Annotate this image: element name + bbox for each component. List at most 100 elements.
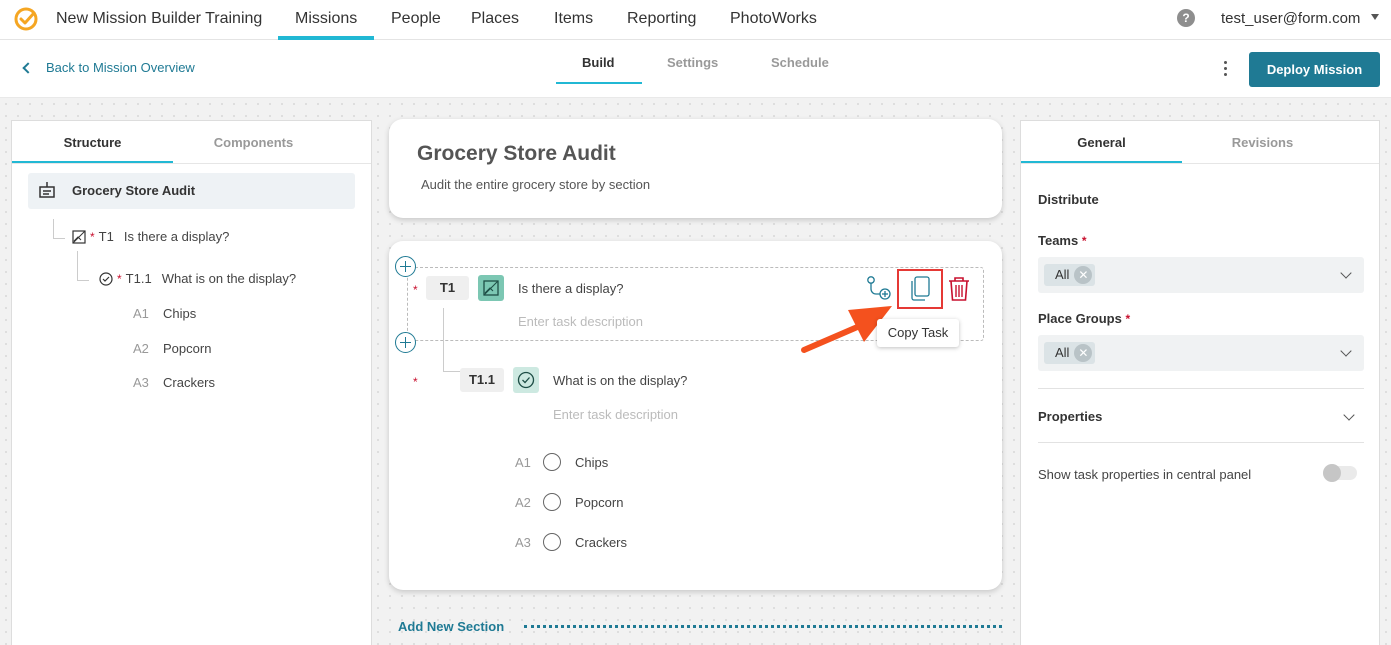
- tree-task-code: T1: [98, 229, 114, 244]
- tab-general[interactable]: General: [1021, 135, 1182, 150]
- nav-missions[interactable]: Missions: [295, 10, 357, 28]
- tree-item-option[interactable]: A3 Crackers: [133, 375, 215, 390]
- help-icon[interactable]: ?: [1177, 9, 1195, 27]
- nav-people[interactable]: People: [391, 10, 441, 28]
- mission-icon: [39, 182, 55, 198]
- tree-item-t1[interactable]: * T1 Is there a display?: [72, 229, 229, 244]
- tree-item-option[interactable]: A2 Popcorn: [133, 341, 211, 356]
- tree-item-mission[interactable]: Grocery Store Audit: [28, 173, 355, 209]
- nav-reporting[interactable]: Reporting: [627, 10, 696, 28]
- tab-settings[interactable]: Settings: [667, 55, 718, 70]
- task-code-badge: T1: [426, 276, 469, 300]
- check-task-icon[interactable]: [513, 367, 539, 393]
- add-new-section-button[interactable]: Add New Section: [398, 619, 504, 634]
- place-groups-chip-label: All: [1055, 345, 1070, 360]
- choice-label[interactable]: Popcorn: [575, 495, 623, 510]
- back-to-overview-link[interactable]: Back to Mission Overview: [20, 60, 195, 75]
- option-label: Popcorn: [163, 341, 212, 356]
- task-name-input[interactable]: Is there a display?: [518, 281, 624, 296]
- choice-code: A2: [515, 495, 531, 510]
- radio-icon[interactable]: [543, 493, 561, 511]
- required-marker: *: [117, 271, 122, 286]
- show-properties-toggle[interactable]: [1323, 464, 1357, 482]
- required-marker: *: [413, 283, 418, 297]
- option-label: Chips: [163, 306, 197, 321]
- required-marker: *: [90, 229, 95, 244]
- close-icon[interactable]: ✕: [1074, 344, 1093, 362]
- tree-task-label: Is there a display?: [123, 229, 230, 244]
- option-code: A1: [133, 306, 149, 321]
- teams-label-text: Teams: [1038, 233, 1079, 248]
- tree-connector: [77, 251, 89, 281]
- copy-task-tooltip: Copy Task: [877, 319, 959, 347]
- nav-items[interactable]: Items: [554, 10, 593, 28]
- required-marker: *: [1125, 312, 1131, 326]
- add-logic-icon[interactable]: [866, 275, 892, 301]
- tab-schedule[interactable]: Schedule: [771, 55, 829, 70]
- radio-icon[interactable]: [543, 533, 561, 551]
- back-link-label: Back to Mission Overview: [46, 60, 195, 75]
- mission-description[interactable]: Audit the entire grocery store by sectio…: [421, 177, 650, 192]
- mission-title[interactable]: Grocery Store Audit: [417, 142, 616, 166]
- form-logo-icon[interactable]: [14, 7, 38, 31]
- properties-panel: General Revisions Distribute Teams * All…: [1020, 120, 1380, 645]
- tree-item-t1-1[interactable]: * T1.1 What is on the display?: [99, 271, 296, 286]
- teams-chip: All ✕: [1044, 264, 1096, 286]
- tab-revisions[interactable]: Revisions: [1182, 135, 1343, 150]
- choice-label[interactable]: Chips: [575, 455, 608, 470]
- task-description-input[interactable]: Enter task description: [553, 407, 678, 422]
- tab-active-indicator: [556, 82, 642, 84]
- chevron-down-icon[interactable]: [1340, 267, 1352, 279]
- properties-heading[interactable]: Properties: [1038, 409, 1102, 424]
- delete-task-icon[interactable]: [947, 276, 971, 302]
- nav-photoworks[interactable]: PhotoWorks: [730, 10, 817, 28]
- option-label: Crackers: [163, 375, 216, 390]
- place-groups-select[interactable]: All ✕: [1038, 335, 1364, 371]
- show-properties-label: Show task properties in central panel: [1038, 467, 1252, 482]
- task-connector: [443, 308, 461, 372]
- distribute-heading: Distribute: [1038, 192, 1099, 207]
- image-task-icon[interactable]: [478, 275, 504, 301]
- user-menu[interactable]: test_user@form.com: [1221, 10, 1360, 27]
- tab-components[interactable]: Components: [173, 135, 334, 150]
- image-task-icon: [72, 229, 86, 244]
- section-divider: [1038, 442, 1364, 443]
- close-icon[interactable]: ✕: [1074, 266, 1093, 284]
- option-code: A2: [133, 341, 149, 356]
- copy-task-highlight: [897, 269, 943, 309]
- deploy-mission-button[interactable]: Deploy Mission: [1249, 52, 1380, 87]
- teams-label: Teams *: [1038, 233, 1087, 248]
- tree-task-code: T1.1: [125, 271, 152, 286]
- teams-select[interactable]: All ✕: [1038, 257, 1364, 293]
- app-title[interactable]: New Mission Builder Training: [56, 10, 262, 28]
- choice-label[interactable]: Crackers: [575, 535, 627, 550]
- add-task-below-icon[interactable]: [395, 332, 416, 353]
- caret-down-icon[interactable]: [1371, 14, 1379, 20]
- tree-item-option[interactable]: A1 Chips: [133, 306, 196, 321]
- place-groups-label-text: Place Groups: [1038, 311, 1122, 326]
- mission-subheader: Back to Mission Overview Build Settings …: [0, 40, 1391, 98]
- toggle-knob: [1323, 464, 1341, 482]
- mission-header-card: Grocery Store Audit Audit the entire gro…: [389, 119, 1002, 218]
- tree-root-label: Grocery Store Audit: [72, 183, 196, 198]
- structure-panel: Structure Components Grocery Store Audit…: [11, 120, 372, 645]
- tab-build[interactable]: Build: [582, 55, 615, 70]
- add-task-above-icon[interactable]: [395, 256, 416, 277]
- tab-structure[interactable]: Structure: [12, 135, 173, 150]
- add-section-divider: [524, 625, 1002, 628]
- task-name-input[interactable]: What is on the display?: [553, 373, 687, 388]
- option-code: A3: [133, 375, 149, 390]
- choice-code: A3: [515, 535, 531, 550]
- tree-connector: [53, 219, 65, 239]
- chevron-down-icon[interactable]: [1340, 345, 1352, 357]
- radio-icon[interactable]: [543, 453, 561, 471]
- more-options-icon[interactable]: [1224, 61, 1228, 79]
- top-navigation: New Mission Builder Training Missions Pe…: [0, 0, 1391, 40]
- task-description-input[interactable]: Enter task description: [518, 314, 643, 329]
- place-groups-label: Place Groups *: [1038, 311, 1130, 326]
- tab-divider: [1021, 163, 1379, 164]
- nav-places[interactable]: Places: [471, 10, 519, 28]
- chevron-down-icon[interactable]: [1343, 409, 1355, 421]
- required-marker: *: [413, 375, 418, 389]
- section-divider: [1038, 388, 1364, 389]
